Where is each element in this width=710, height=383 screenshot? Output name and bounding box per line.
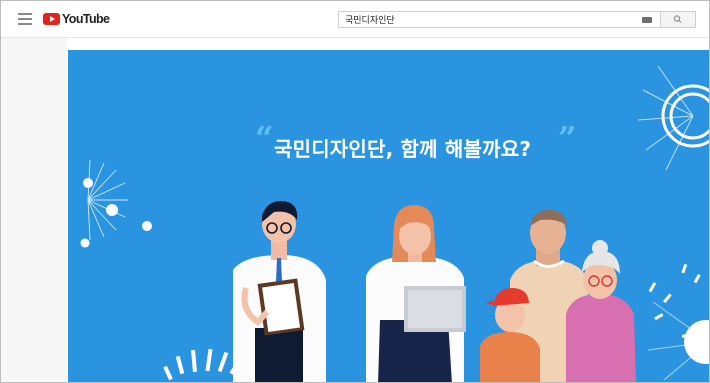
browser-frame: YouTube 국민디자인단 “ 국민디자인단, 함께 해볼까요? ” — [0, 0, 710, 383]
youtube-logo[interactable]: YouTube — [43, 11, 110, 27]
person-man-clipboard — [233, 200, 326, 382]
dot — [80, 238, 90, 248]
keyboard-icon[interactable] — [642, 16, 652, 23]
video-frame-illustration — [80, 65, 709, 382]
hamburger-menu-icon[interactable] — [18, 13, 32, 25]
rings-top-right — [637, 65, 709, 171]
quote-open-mark: “ — [255, 119, 274, 157]
left-sidebar — [1, 38, 67, 382]
top-bar: YouTube — [1, 1, 709, 38]
quote-close-mark: ” — [558, 119, 577, 157]
brand-name: YouTube — [62, 12, 110, 26]
search-button[interactable] — [660, 11, 696, 28]
search-icon — [673, 15, 682, 23]
dot — [106, 204, 118, 216]
video-player[interactable]: “ 국민디자인단, 함께 해볼까요? ” — [68, 50, 709, 382]
video-headline: 국민디자인단, 함께 해볼까요? — [274, 137, 532, 161]
youtube-logo-icon — [43, 13, 60, 25]
person-woman-laptop — [366, 205, 466, 382]
search-input[interactable] — [339, 12, 635, 27]
dot — [83, 178, 93, 188]
dot — [142, 221, 152, 231]
person-grandmother — [566, 240, 636, 382]
burst-bottom-left — [163, 348, 242, 381]
firework-left — [87, 159, 128, 241]
search-box[interactable] — [338, 11, 661, 28]
